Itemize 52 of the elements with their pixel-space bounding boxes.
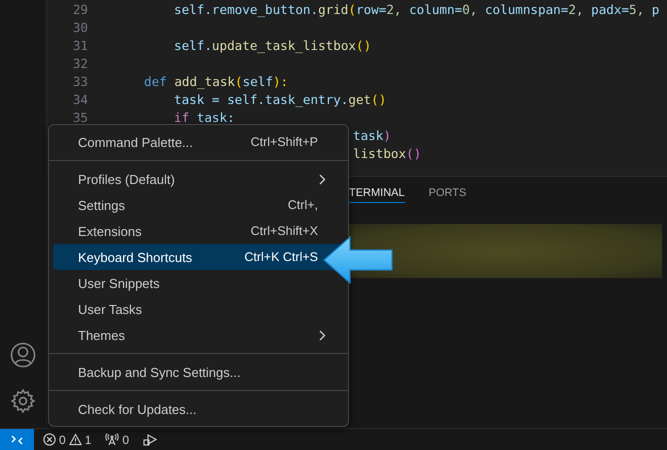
settings-icon[interactable] [10,388,36,414]
menu-item[interactable]: Extensions Ctrl+Shift+X [53,218,344,244]
menu-item-label: Extensions [78,224,142,238]
code-line: task) [353,128,391,142]
shortcut-label: Ctrl+Shift+X [250,224,318,238]
warning-icon [68,433,82,446]
menu-item[interactable]: Command Palette... Ctrl+Shift+P [53,129,344,155]
remote-button[interactable] [0,429,34,450]
port-count: 0 [122,432,130,446]
menu-item[interactable]: User Snippets [53,270,344,296]
code-line: if task: [174,110,235,124]
code-line: task = self.task_entry.get() [174,92,386,106]
menu-item-label: Themes [78,328,125,342]
menu-item[interactable]: Check for Updates... [53,396,344,422]
shortcut-label: Ctrl+, [288,198,318,212]
menu-item[interactable]: Backup and Sync Settings... [53,359,344,385]
line-number: 34 [72,92,88,106]
chevron-right-icon [319,330,326,340]
error-count: 0 [59,432,66,446]
error-icon [43,433,56,446]
line-number: 31 [72,38,88,52]
code-line: self.update_task_listbox() [174,38,372,52]
run-debug-icon[interactable] [143,433,158,446]
menu-item[interactable]: Themes [53,322,344,348]
code-line: self.remove_button.grid(row=2, column=0, columnspan=2, padx=5, p [174,2,660,16]
chevron-right-icon [319,174,326,184]
broadcast-icon [105,433,120,446]
shortcut-label: Ctrl+Shift+P [250,135,318,149]
code-line: listbox() [353,146,422,160]
remote-icon [11,434,23,444]
line-number: 30 [72,20,88,34]
menu-item-label: Check for Updates... [78,402,196,416]
line-number: 32 [72,56,88,70]
warning-count: 1 [84,432,92,446]
menu-item-label: Backup and Sync Settings... [78,364,241,380]
menu-item[interactable]: Settings Ctrl+, [53,192,344,218]
panel-tab[interactable]: PORTS [428,183,466,203]
line-number: 29 [72,2,88,16]
menu-item[interactable]: Profiles (Default) [53,166,344,192]
arrow-annotation-icon [322,236,394,284]
code-line: def add_task(self): [144,74,288,88]
menu-item-label: Keyboard Shortcuts [78,250,192,264]
menu-item-label: User Tasks [78,302,142,316]
menu-item-label: Command Palette... [78,134,193,150]
shortcut-label: Ctrl+K Ctrl+S [244,250,318,264]
menu-item[interactable]: User Tasks [53,296,344,322]
line-number: 33 [72,74,88,88]
line-number: 35 [72,110,88,124]
menu-item-label: Settings [78,198,125,212]
menu-item-label: Profiles (Default) [78,172,175,186]
account-icon[interactable] [10,342,36,368]
menu-item-label: User Snippets [78,276,160,290]
